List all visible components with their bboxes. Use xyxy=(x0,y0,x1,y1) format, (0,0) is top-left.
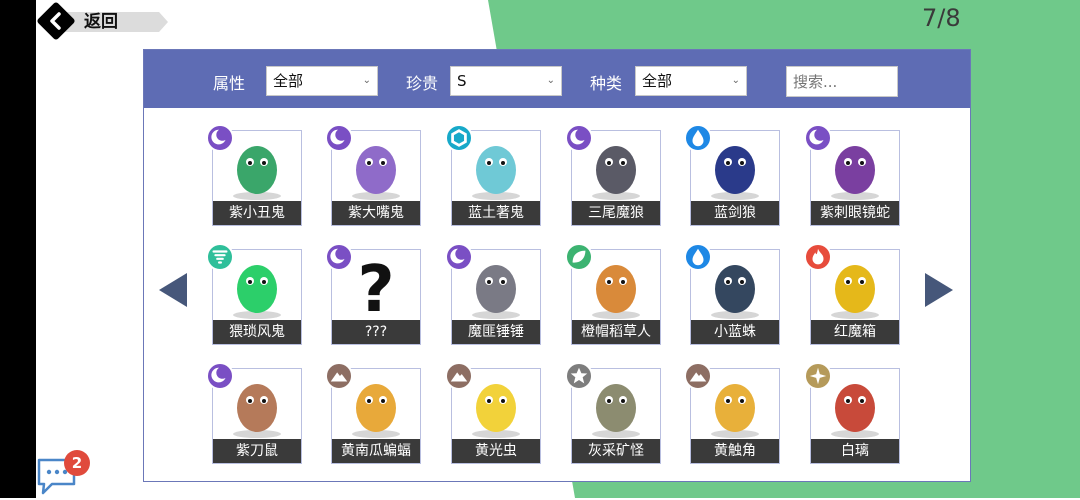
creature-card[interactable]: 小蓝蛛 xyxy=(684,243,780,345)
creature-card[interactable]: 魔匪锤锤 xyxy=(445,243,541,345)
creature-card[interactable]: 黄南瓜蝙蝠 xyxy=(325,362,421,464)
kind-label: 种类 xyxy=(590,74,623,93)
select-caret-icon: ⌄ xyxy=(546,75,555,86)
creature-name: 紫大嘴鬼 xyxy=(332,201,420,225)
moon-icon xyxy=(565,124,593,152)
creature-card[interactable]: 橙帽稻草人 xyxy=(565,243,661,345)
creature-card[interactable]: 紫刀鼠 xyxy=(206,362,302,464)
creature-card[interactable]: 紫刺眼镜蛇 xyxy=(804,124,900,226)
svg-text:?: ? xyxy=(357,253,394,319)
chevron-left-icon xyxy=(42,7,70,35)
flame-icon xyxy=(804,243,832,271)
moon-icon xyxy=(445,243,473,271)
creature-name: 蓝土著鬼 xyxy=(452,201,540,225)
creature-name: ??? xyxy=(332,320,420,344)
moon-icon xyxy=(206,124,234,152)
back-label: 返回 xyxy=(84,12,118,32)
creature-name: 紫刀鼠 xyxy=(213,439,301,463)
mountain-icon xyxy=(445,362,473,390)
mountain-icon xyxy=(325,362,353,390)
back-button[interactable]: 返回 xyxy=(36,1,168,41)
creature-card[interactable]: 灰采矿怪 xyxy=(565,362,661,464)
creature-card[interactable]: 红魔箱 xyxy=(804,243,900,345)
attribute-label: 属性 xyxy=(213,74,246,93)
creature-name: 黄触角 xyxy=(691,439,779,463)
mountain-icon xyxy=(684,362,712,390)
moon-icon xyxy=(325,243,353,271)
creature-name: 红魔箱 xyxy=(811,320,899,344)
unread-badge: 2 xyxy=(64,450,90,476)
filter-bar: 属性 全部 ⌄ 珍贵 S ⌄ 种类 全部 ⌄ xyxy=(144,50,970,108)
kind-value: 全部 xyxy=(642,72,673,90)
creature-panel: 属性 全部 ⌄ 珍贵 S ⌄ 种类 全部 ⌄ 紫小丑鬼 紫大嘴鬼 蓝土著鬼 三尾魔狼 蓝… xyxy=(143,49,971,482)
sparkle-icon xyxy=(804,362,832,390)
star-icon xyxy=(565,362,593,390)
select-caret-icon: ⌄ xyxy=(731,75,740,86)
creature-name: 蓝剑狼 xyxy=(691,201,779,225)
water-drop-icon xyxy=(684,243,712,271)
rarity-label: 珍贵 xyxy=(406,74,439,93)
creature-name: 猥琐风鬼 xyxy=(213,320,301,344)
next-page-arrow-icon[interactable] xyxy=(924,272,954,308)
creature-name: 小蓝蛛 xyxy=(691,320,779,344)
creature-name: 灰采矿怪 xyxy=(572,439,660,463)
creature-name: 魔匪锤锤 xyxy=(452,320,540,344)
creature-card[interactable]: ???? xyxy=(325,243,421,345)
chat-button[interactable]: 2 xyxy=(36,450,90,496)
moon-icon xyxy=(325,124,353,152)
creature-card[interactable]: 黄光虫 xyxy=(445,362,541,464)
creature-name: 白璃 xyxy=(811,439,899,463)
creature-card[interactable]: 白璃 xyxy=(804,362,900,464)
tornado-icon xyxy=(206,243,234,271)
attribute-value: 全部 xyxy=(273,72,304,90)
creature-card[interactable]: 紫小丑鬼 xyxy=(206,124,302,226)
creature-card[interactable]: 三尾魔狼 xyxy=(565,124,661,226)
leaf-icon xyxy=(565,243,593,271)
creature-card[interactable]: 蓝剑狼 xyxy=(684,124,780,226)
page-counter: 7/8 xyxy=(922,4,961,32)
rarity-value: S xyxy=(457,72,467,90)
search-input[interactable] xyxy=(786,66,898,97)
creature-name: 三尾魔狼 xyxy=(572,201,660,225)
water-drop-icon xyxy=(684,124,712,152)
creature-name: 紫刺眼镜蛇 xyxy=(811,201,899,225)
creature-card[interactable]: 蓝土著鬼 xyxy=(445,124,541,226)
creature-name: 紫小丑鬼 xyxy=(213,201,301,225)
moon-icon xyxy=(206,362,234,390)
moon-icon xyxy=(804,124,832,152)
attribute-select[interactable]: 全部 ⌄ xyxy=(266,66,378,96)
prev-page-arrow-icon[interactable] xyxy=(158,272,188,308)
creature-name: 橙帽稻草人 xyxy=(572,320,660,344)
left-black-bar xyxy=(0,0,36,498)
creature-name: 黄南瓜蝙蝠 xyxy=(332,439,420,463)
hexagon-icon xyxy=(445,124,473,152)
kind-select[interactable]: 全部 ⌄ xyxy=(635,66,747,96)
creature-card[interactable]: 紫大嘴鬼 xyxy=(325,124,421,226)
creature-card[interactable]: 黄触角 xyxy=(684,362,780,464)
creature-name: 黄光虫 xyxy=(452,439,540,463)
creature-card[interactable]: 猥琐风鬼 xyxy=(206,243,302,345)
rarity-select[interactable]: S ⌄ xyxy=(450,66,562,96)
select-caret-icon: ⌄ xyxy=(362,75,371,86)
